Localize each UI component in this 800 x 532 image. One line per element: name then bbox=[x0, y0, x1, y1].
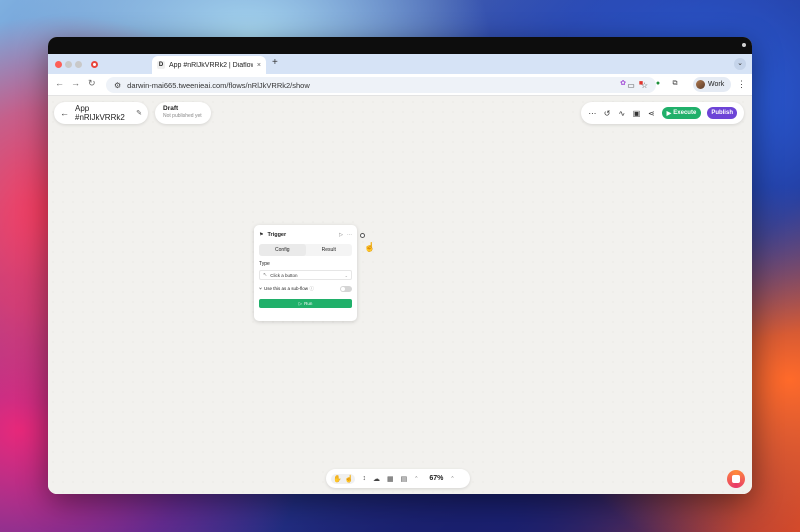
history-icon[interactable]: ↺ bbox=[603, 109, 612, 118]
tab-bar: D App #nRlJkVRRk2 | Diaflow × + ⌄ bbox=[48, 54, 752, 74]
hand-tool-icon[interactable]: ✋ bbox=[333, 475, 342, 483]
minimize-window-button[interactable] bbox=[65, 61, 72, 68]
more-icon[interactable]: ⋯ bbox=[588, 109, 597, 118]
chat-icon bbox=[732, 475, 740, 483]
type-select-value: Click a button bbox=[270, 272, 298, 278]
back-icon[interactable]: ← bbox=[55, 78, 64, 88]
zoom-level[interactable]: 67% bbox=[429, 475, 443, 482]
avatar bbox=[696, 80, 705, 89]
tab-search-icon[interactable]: ⌄ bbox=[734, 58, 746, 70]
subflow-label: Use this as a sub-flow ⓘ bbox=[264, 286, 338, 292]
run-button[interactable]: ▷ Run bbox=[259, 299, 352, 308]
browser-tab[interactable]: D App #nRlJkVRRk2 | Diaflow × bbox=[152, 56, 266, 74]
tab-config[interactable]: Config bbox=[259, 244, 306, 256]
play-node-icon[interactable]: ▷ bbox=[339, 232, 343, 238]
comment-icon[interactable]: ☁ bbox=[373, 475, 380, 483]
extension-green-icon[interactable]: ● bbox=[653, 79, 663, 89]
browser-window: D App #nRlJkVRRk2 | Diaflow × + ⌄ ← → ↻ … bbox=[48, 37, 752, 494]
maximize-window-button[interactable] bbox=[75, 61, 82, 68]
forward-icon[interactable]: → bbox=[71, 78, 80, 88]
install-app-icon[interactable]: ▭ bbox=[627, 81, 635, 90]
tab-title: App #nRlJkVRRk2 | Diaflow bbox=[169, 61, 253, 69]
subflow-icon: ⑂ bbox=[259, 286, 263, 292]
help-chat-button[interactable] bbox=[727, 470, 745, 488]
extensions-puzzle-icon[interactable]: ⧉ bbox=[670, 79, 680, 89]
browser-menu-icon[interactable]: ⋮ bbox=[737, 79, 746, 90]
app-name: App #nRlJkVRRk2 bbox=[75, 104, 125, 122]
tab-result[interactable]: Result bbox=[306, 244, 353, 256]
node-tabs: Config Result bbox=[259, 244, 352, 256]
canvas-toolbar: ✋ ☝ ↕ ☁ ▦ ▤ ⌃ 67% ⌃ bbox=[326, 469, 470, 488]
save-icon[interactable]: ▣ bbox=[632, 109, 641, 118]
new-tab-button[interactable]: + bbox=[272, 57, 278, 68]
chevron-down-icon: ⌄ bbox=[344, 272, 348, 278]
subflow-row: ⑂ Use this as a sub-flow ⓘ bbox=[259, 285, 352, 293]
status-sub: Not published yet bbox=[163, 113, 202, 119]
reload-icon[interactable]: ↻ bbox=[88, 78, 96, 89]
profile-button[interactable]: Work bbox=[693, 77, 731, 92]
browser-toolbar: ← → ↻ ⚙ darwin-mai665.tweenieai.com/flow… bbox=[48, 74, 752, 96]
mode-group: ✋ ☝ bbox=[331, 473, 356, 484]
execute-label: Execute bbox=[673, 110, 697, 116]
run-label: Run bbox=[304, 301, 313, 306]
node-output-handle[interactable] bbox=[360, 233, 365, 238]
close-window-button[interactable] bbox=[55, 61, 62, 68]
play-icon: ▶ bbox=[666, 110, 672, 117]
back-arrow-icon[interactable]: ← bbox=[60, 108, 69, 118]
pointer-tool-icon[interactable]: ☝ bbox=[345, 475, 354, 483]
flag-icon: ⚑ bbox=[259, 232, 264, 238]
layout-caret-icon[interactable]: ⌃ bbox=[414, 476, 418, 482]
actions-toolbar: ⋯ ↺ ∿ ▣ ⋖ ▶ Execute Publish bbox=[581, 102, 744, 124]
window-dot bbox=[742, 43, 746, 47]
app-title-pill: ← App #nRlJkVRRk2 ✎ bbox=[54, 102, 148, 124]
title-strip bbox=[48, 37, 752, 54]
node-title: Trigger bbox=[267, 232, 287, 238]
activity-icon[interactable]: ∿ bbox=[617, 109, 626, 118]
trigger-node[interactable]: ⚑ Trigger ▷ ⋯ Config Result Type ↖ Click… bbox=[254, 225, 357, 321]
close-tab-icon[interactable]: × bbox=[257, 62, 261, 69]
profile-label: Work bbox=[708, 81, 725, 88]
node-more-icon[interactable]: ⋯ bbox=[347, 232, 352, 238]
subflow-toggle[interactable] bbox=[340, 286, 352, 292]
url-text[interactable]: darwin-mai665.tweenieai.com/flows/nRlJkV… bbox=[127, 81, 621, 90]
layout-icon[interactable]: ▤ bbox=[401, 475, 408, 483]
node-header: ⚑ Trigger ▷ ⋯ bbox=[259, 230, 352, 240]
record-icon[interactable] bbox=[91, 61, 98, 68]
type-label: Type bbox=[259, 261, 270, 267]
type-select[interactable]: ↖ Click a button ⌄ bbox=[259, 270, 352, 280]
execute-button[interactable]: ▶ Execute bbox=[661, 107, 702, 119]
hand-cursor-icon: ☝ bbox=[364, 242, 376, 252]
extension-badge-icon[interactable]: ■ bbox=[636, 79, 646, 89]
flow-canvas[interactable]: ← App #nRlJkVRRk2 ✎ Draft Not published … bbox=[48, 97, 752, 494]
cursor-click-icon: ↖ bbox=[263, 272, 268, 278]
info-icon: ⓘ bbox=[309, 286, 314, 291]
share-icon[interactable]: ⋖ bbox=[647, 109, 656, 118]
run-play-icon: ▷ bbox=[298, 300, 303, 306]
publish-button[interactable]: Publish bbox=[707, 107, 737, 119]
edit-pencil-icon[interactable]: ✎ bbox=[136, 109, 142, 117]
address-bar[interactable]: ⚙ darwin-mai665.tweenieai.com/flows/nRlJ… bbox=[106, 77, 656, 93]
fit-view-icon[interactable]: ↕ bbox=[362, 475, 366, 482]
favicon-icon: D bbox=[157, 61, 165, 69]
status-label: Draft bbox=[163, 105, 179, 112]
grid-icon[interactable]: ▦ bbox=[387, 475, 394, 483]
zoom-caret-icon[interactable]: ⌃ bbox=[450, 476, 454, 482]
status-pill: Draft Not published yet bbox=[155, 102, 211, 124]
extension-flower-icon[interactable]: ✿ bbox=[618, 79, 628, 89]
subflow-label-text: Use this as a sub-flow bbox=[264, 286, 309, 291]
site-info-icon[interactable]: ⚙ bbox=[114, 81, 121, 90]
